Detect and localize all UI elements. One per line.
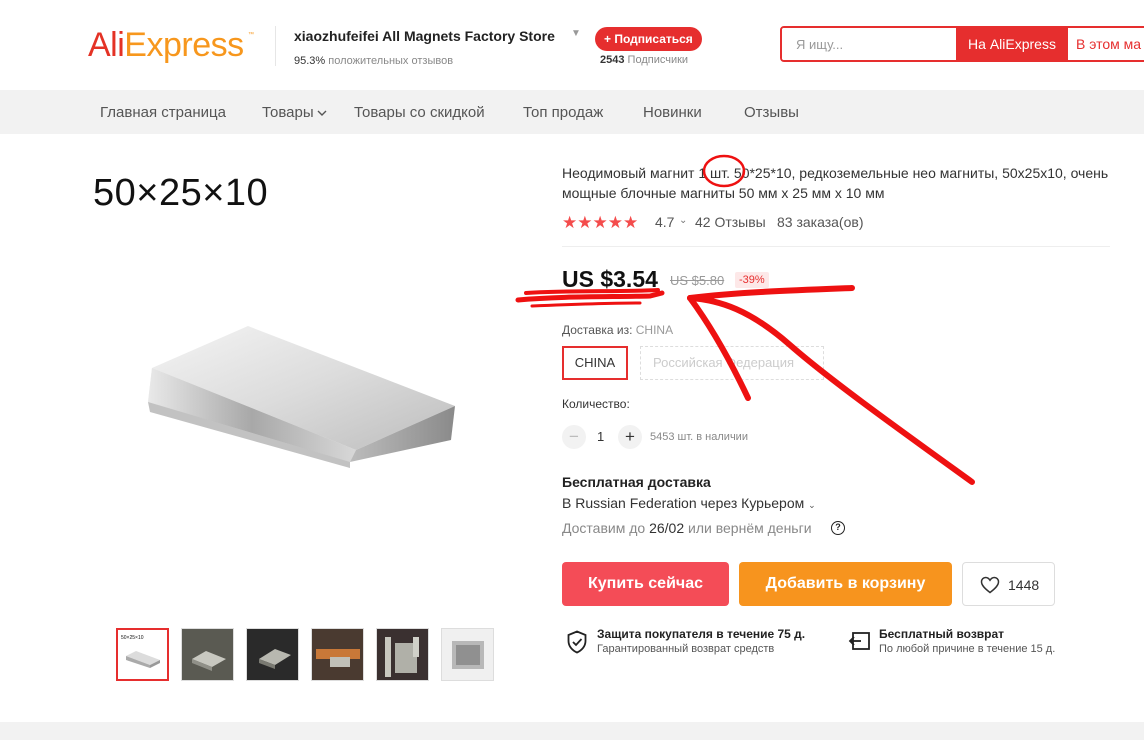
svg-text:50×25×10: 50×25×10 xyxy=(121,635,144,641)
wishlist-button[interactable]: 1448 xyxy=(962,562,1055,606)
delivery-estimate: Доставим до 26/02 или вернём деньги xyxy=(562,520,812,536)
thumbnail-image xyxy=(247,629,298,680)
orders-count: 83 заказа(ов) xyxy=(777,214,864,230)
nav-item-reviews[interactable]: Отзывы xyxy=(744,104,799,121)
stock-count: 5453 шт. в наличии xyxy=(650,431,748,443)
thumbnail[interactable] xyxy=(181,628,234,681)
product-title: Неодимовый магнит 1 шт. 50*25*10, редкоз… xyxy=(562,165,1109,201)
chevron-down-icon xyxy=(317,110,327,116)
search-bar: На AliExpress В этом ма xyxy=(780,26,1144,62)
product-main-image[interactable] xyxy=(88,150,508,620)
nav-item-home[interactable]: Главная страница xyxy=(100,104,226,121)
annotation-underline xyxy=(515,290,665,303)
aliexpress-logo[interactable]: AliExpress xyxy=(88,26,244,65)
ship-from-option-russia[interactable]: Российская Федерация xyxy=(640,346,824,380)
page-footer-band xyxy=(0,722,1144,740)
shipping-method-selector[interactable]: В Russian Federation через Курьером ⌄ xyxy=(562,495,816,511)
discount-badge: -39% xyxy=(735,272,769,288)
annotation-arrow-head xyxy=(687,285,855,301)
search-input[interactable] xyxy=(782,28,956,60)
thumbnail-image xyxy=(442,629,493,680)
ship-from-option-china[interactable]: CHINA xyxy=(562,346,628,380)
thumbnail[interactable] xyxy=(311,628,364,681)
chevron-down-icon: ⌄ xyxy=(808,500,816,510)
trademark-mark: ™ xyxy=(248,32,254,38)
search-aliexpress-button[interactable]: На AliExpress xyxy=(956,28,1068,60)
return-icon xyxy=(848,632,870,650)
free-shipping-label: Бесплатная доставка xyxy=(562,474,711,490)
header-divider xyxy=(275,26,276,66)
annotation-arrow-shaft xyxy=(687,295,975,485)
section-divider xyxy=(562,246,1110,247)
quantity-increase-button[interactable]: + xyxy=(618,425,642,449)
magnet-image xyxy=(148,326,455,468)
subscribers-count: 2543 Подписчики xyxy=(600,54,689,66)
store-rating: 95.3% положительных отзывов xyxy=(294,55,454,67)
quantity-label: Количество: xyxy=(562,397,630,411)
thumbnail[interactable] xyxy=(376,628,429,681)
chevron-down-icon[interactable]: ⌄ xyxy=(679,215,687,226)
thumbnail[interactable] xyxy=(441,628,494,681)
thumbnail[interactable] xyxy=(246,628,299,681)
buyer-protection-subtitle: Гарантированный возврат средств xyxy=(597,643,775,655)
dimension-label: 50×25×10 xyxy=(93,172,269,214)
rating-value[interactable]: 4.7 xyxy=(655,214,674,230)
thumbnail[interactable]: 50×25×10 xyxy=(116,628,169,681)
heart-icon xyxy=(980,576,1000,594)
quantity-value[interactable]: 1 xyxy=(597,429,604,444)
store-name[interactable]: xiaozhufeifei All Magnets Factory Store xyxy=(294,28,555,44)
thumbnail-image: 50×25×10 xyxy=(121,635,160,668)
store-nav: Главная страница Товары Товары со скидко… xyxy=(0,90,1144,134)
subscribe-button[interactable]: + Подписаться xyxy=(595,27,702,51)
chevron-down-icon[interactable]: ▼ xyxy=(571,28,581,39)
add-to-cart-button[interactable]: Добавить в корзину xyxy=(739,562,952,606)
nav-item-top-sales[interactable]: Топ продаж xyxy=(523,104,603,121)
current-price: US $3.54 xyxy=(562,266,658,292)
nav-item-sale[interactable]: Товары со скидкой xyxy=(354,104,485,121)
wishlist-count: 1448 xyxy=(1008,577,1040,593)
reviews-count[interactable]: 42 Отзывы xyxy=(695,214,766,230)
free-return-title: Бесплатный возврат xyxy=(879,627,1005,641)
nav-item-products[interactable]: Товары xyxy=(262,104,327,121)
thumbnail-image xyxy=(377,629,428,680)
buy-now-button[interactable]: Купить сейчас xyxy=(562,562,729,606)
ship-from-label: Доставка из: CHINA xyxy=(562,323,674,337)
thumbnail-image xyxy=(312,629,363,680)
shield-check-icon xyxy=(567,630,587,654)
annotation-underline xyxy=(530,301,642,308)
search-store-button[interactable]: В этом ма xyxy=(1068,28,1144,60)
quantity-decrease-button[interactable]: − xyxy=(562,425,586,449)
question-icon[interactable]: ? xyxy=(831,521,845,535)
buyer-protection-title: Защита покупателя в течение 75 д. xyxy=(597,627,806,641)
free-return-subtitle: По любой причине в течение 15 д. xyxy=(879,643,1056,655)
site-header: AliExpress ™ xiaozhufeifei All Magnets F… xyxy=(0,0,1144,90)
thumbnail-image xyxy=(182,629,233,680)
old-price: US $5.80 xyxy=(670,273,725,288)
rating-stars: ★★★★★ xyxy=(562,213,639,232)
nav-item-new[interactable]: Новинки xyxy=(643,104,702,121)
